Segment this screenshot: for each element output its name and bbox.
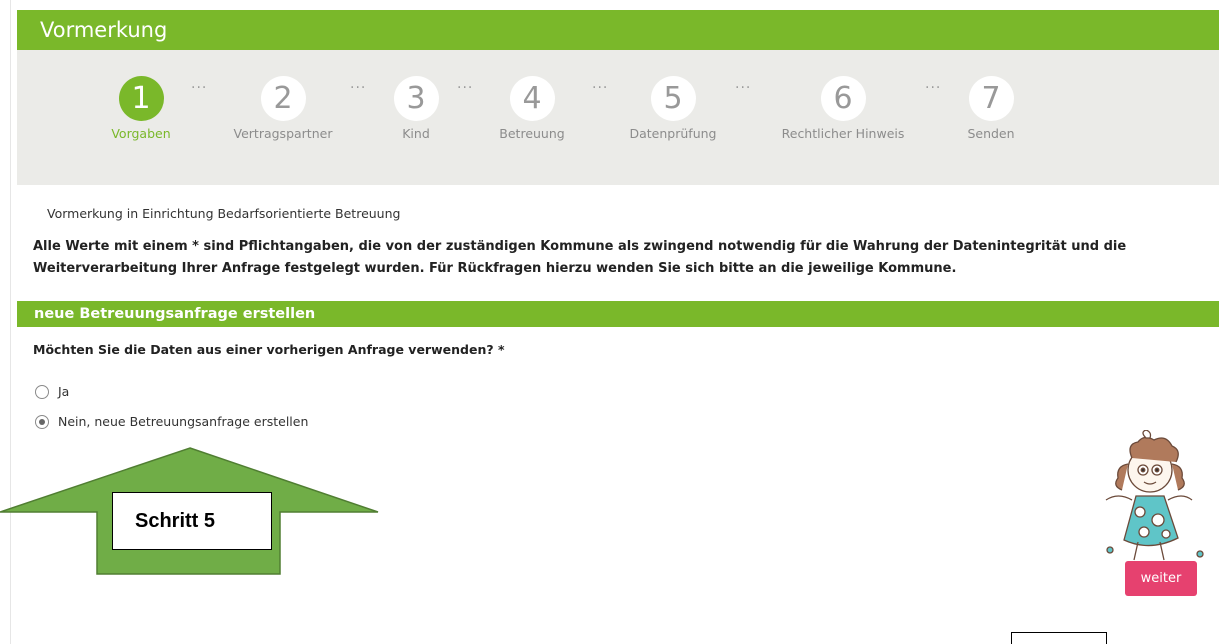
wizard-stepper: 1 Vorgaben ··· 2 Vertragspartner ··· 3 K…	[17, 50, 1219, 185]
radio-label: Ja	[58, 384, 70, 399]
step-1[interactable]: 1 Vorgaben	[71, 76, 211, 141]
page-title: Vormerkung	[17, 10, 1219, 50]
radio-button[interactable]	[35, 384, 49, 399]
step-number: 4	[509, 76, 555, 121]
info-line: Vormerkung in Einrichtung Bedarfsorienti…	[47, 206, 401, 221]
radio-label: Nein, neue Betreuungsanfrage erstellen	[58, 414, 309, 429]
step-4[interactable]: 4 Betreuung	[462, 76, 602, 141]
step-6[interactable]: 6 Rechtlicher Hinweis	[773, 76, 913, 141]
annotation-box-partial	[1011, 632, 1107, 644]
next-button[interactable]: weiter	[1125, 561, 1197, 596]
step-7[interactable]: 7 Senden	[921, 76, 1061, 141]
step-label: Datenprüfung	[629, 126, 717, 141]
step-label: Vorgaben	[111, 126, 171, 141]
required-fields-note: Alle Werte mit einem * sind Pflichtangab…	[33, 239, 1127, 276]
step-2[interactable]: 2 Vertragspartner	[213, 76, 353, 141]
step-number: 6	[820, 76, 866, 121]
question-label: Möchten Sie die Daten aus einer vorherig…	[33, 342, 505, 357]
step-label: Betreuung	[499, 126, 565, 141]
step-separator: ···	[735, 80, 752, 96]
radio-button-checked[interactable]	[35, 414, 49, 429]
step-number: 5	[650, 76, 696, 121]
step-label: Senden	[967, 126, 1015, 141]
step-number: 7	[968, 76, 1014, 121]
step-number: 1	[118, 76, 164, 121]
mascot-girl-illustration	[1105, 430, 1204, 561]
radio-option-ja[interactable]: Ja	[35, 384, 69, 399]
radio-option-nein[interactable]: Nein, neue Betreuungsanfrage erstellen	[35, 414, 308, 429]
step-number: 3	[393, 76, 439, 121]
step-separator: ···	[191, 80, 208, 96]
annotation-label: Schritt 5	[112, 492, 272, 550]
section-title: neue Betreuungsanfrage erstellen	[17, 301, 1219, 327]
step-5[interactable]: 5 Datenprüfung	[603, 76, 743, 141]
step-label: Rechtlicher Hinweis	[781, 126, 905, 141]
step-label: Vertragspartner	[233, 126, 333, 141]
step-number: 2	[260, 76, 306, 121]
